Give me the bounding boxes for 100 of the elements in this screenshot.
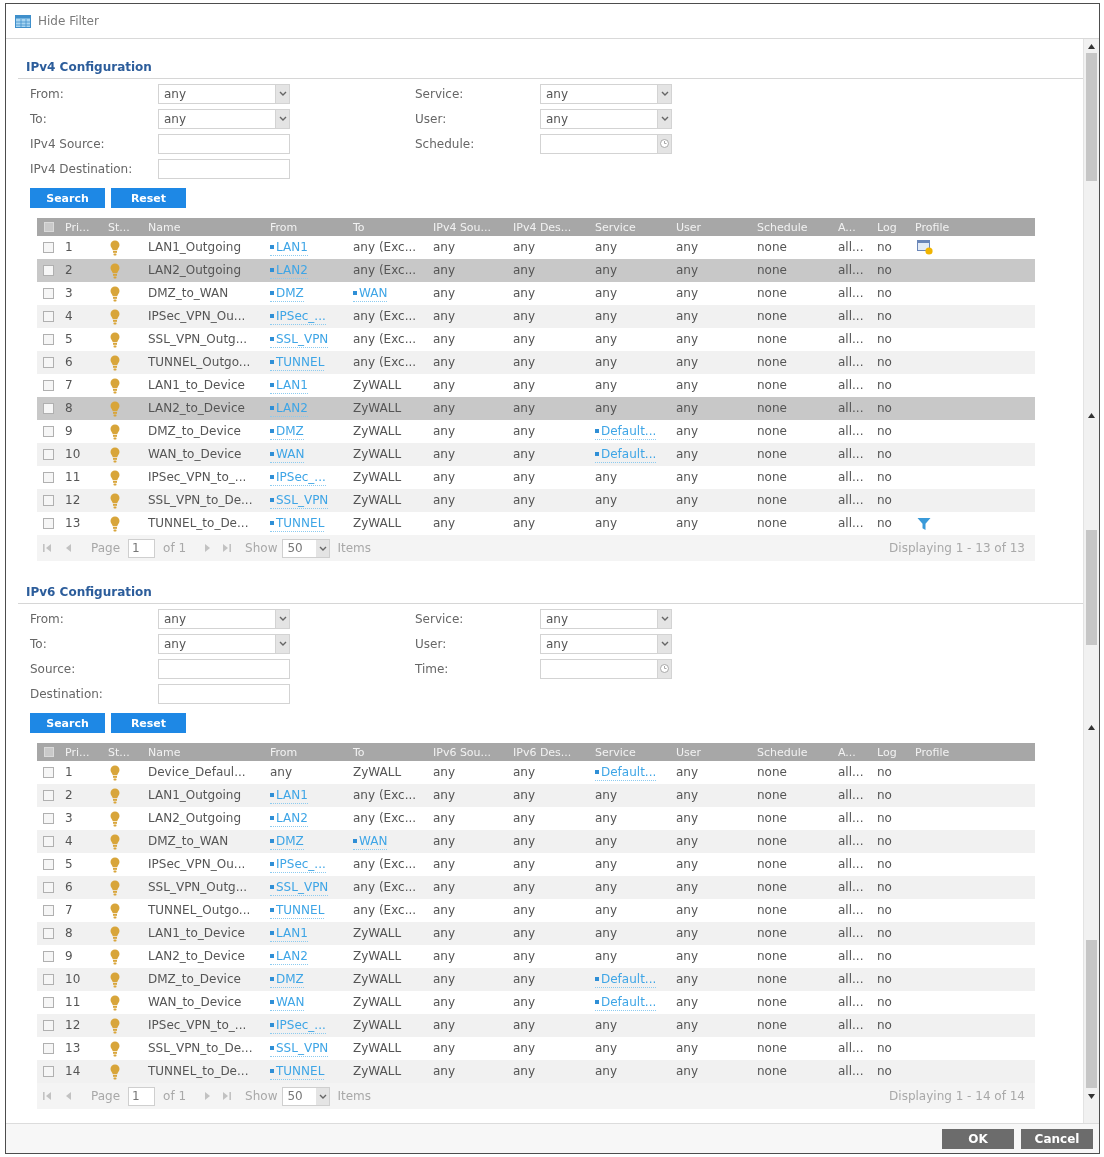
text-field[interactable] xyxy=(158,158,290,179)
dropdown-field[interactable]: any xyxy=(540,108,672,129)
clock-icon[interactable] xyxy=(660,664,669,673)
last-page-icon[interactable] xyxy=(221,1091,232,1101)
table-row[interactable]: 6 SSL_VPN_Outg... SSL_VPN any (Exc... any any any any none all... no xyxy=(37,876,1035,899)
checkbox[interactable] xyxy=(43,813,54,824)
column-header[interactable]: User xyxy=(671,220,752,234)
scroll-up-icon[interactable] xyxy=(1088,44,1095,49)
previous-page-icon[interactable] xyxy=(64,543,74,553)
checkbox[interactable] xyxy=(43,859,54,870)
dropdown-field[interactable]: any xyxy=(158,108,290,129)
object-link[interactable]: LAN1 xyxy=(270,925,308,942)
object-link[interactable]: LAN1 xyxy=(270,239,308,256)
funnel-icon[interactable] xyxy=(917,516,931,531)
checkbox[interactable] xyxy=(43,747,54,757)
checkbox[interactable] xyxy=(43,1020,54,1031)
reset-button[interactable]: Reset xyxy=(111,713,186,733)
object-link[interactable]: WAN xyxy=(353,833,388,850)
dropdown-field[interactable]: any xyxy=(158,633,290,654)
column-header[interactable]: St... xyxy=(103,745,143,759)
dropdown-field[interactable]: any xyxy=(540,608,672,629)
table-row[interactable]: 12 SSL_VPN_to_De... SSL_VPN ZyWALL any any any any none all... no xyxy=(37,489,1035,512)
checkbox[interactable] xyxy=(43,449,54,460)
checkbox[interactable] xyxy=(43,767,54,778)
checkbox[interactable] xyxy=(43,905,54,916)
search-button[interactable]: Search xyxy=(30,713,105,733)
column-header[interactable]: IPv6 Des... xyxy=(508,745,590,759)
checkbox[interactable] xyxy=(43,1066,54,1077)
column-header[interactable]: A... xyxy=(833,220,872,234)
column-header[interactable]: St... xyxy=(103,220,143,234)
scrollbar-thumb[interactable] xyxy=(1086,530,1097,645)
object-link[interactable]: IPSec_... xyxy=(270,856,326,873)
checkbox[interactable] xyxy=(43,222,54,232)
window-badge-icon[interactable] xyxy=(917,240,933,255)
checkbox[interactable] xyxy=(43,357,54,368)
object-link[interactable]: Default... xyxy=(595,994,657,1011)
object-link[interactable]: DMZ xyxy=(270,285,304,302)
scrollbar-thumb[interactable] xyxy=(1086,940,1097,1088)
column-header[interactable]: Pri... xyxy=(60,745,103,759)
checkbox[interactable] xyxy=(43,472,54,483)
object-link[interactable]: TUNNEL xyxy=(270,902,325,919)
object-link[interactable]: Default... xyxy=(595,764,657,781)
page-field[interactable]: 1 xyxy=(128,538,156,558)
checkbox[interactable] xyxy=(43,974,54,985)
column-header[interactable]: From xyxy=(265,220,348,234)
column-header[interactable]: Profile xyxy=(910,745,1035,759)
column-header[interactable]: IPv4 Des... xyxy=(508,220,590,234)
ok-button[interactable]: OK xyxy=(942,1128,1014,1149)
checkbox[interactable] xyxy=(43,426,54,437)
object-link[interactable]: TUNNEL xyxy=(270,515,325,532)
object-link[interactable]: Default... xyxy=(595,971,657,988)
object-link[interactable]: SSL_VPN xyxy=(270,331,329,348)
checkbox[interactable] xyxy=(43,403,54,414)
reset-button[interactable]: Reset xyxy=(111,188,186,208)
object-link[interactable]: TUNNEL xyxy=(270,1063,325,1080)
object-link[interactable]: SSL_VPN xyxy=(270,492,329,509)
checkbox[interactable] xyxy=(43,951,54,962)
column-header[interactable]: Pri... xyxy=(60,220,103,234)
object-link[interactable]: DMZ xyxy=(270,971,304,988)
checkbox[interactable] xyxy=(43,790,54,801)
column-header[interactable]: To xyxy=(348,745,428,759)
column-header[interactable]: Service xyxy=(590,220,671,234)
object-link[interactable]: IPSec_... xyxy=(270,469,326,486)
object-link[interactable]: LAN2 xyxy=(270,400,308,417)
first-page-icon[interactable] xyxy=(43,1091,53,1101)
checkbox[interactable] xyxy=(43,495,54,506)
column-header[interactable]: To xyxy=(348,220,428,234)
column-header[interactable]: Schedule xyxy=(752,220,833,234)
object-link[interactable]: WAN xyxy=(270,994,305,1011)
text-field[interactable] xyxy=(158,658,290,679)
text-field[interactable] xyxy=(158,683,290,704)
checkbox[interactable] xyxy=(43,518,54,529)
object-link[interactable]: LAN2 xyxy=(270,948,308,965)
checkbox[interactable] xyxy=(43,288,54,299)
page-size-select[interactable]: 50 xyxy=(282,538,331,558)
column-header[interactable]: Service xyxy=(590,745,671,759)
table-row[interactable]: 14 TUNNEL_to_De... TUNNEL ZyWALL any any any any none all... no xyxy=(37,1060,1035,1083)
column-header[interactable]: Schedule xyxy=(752,745,833,759)
scrollbar-thumb[interactable] xyxy=(1086,53,1097,181)
object-link[interactable]: SSL_VPN xyxy=(270,1040,329,1057)
object-link[interactable]: Default... xyxy=(595,423,657,440)
search-button[interactable]: Search xyxy=(30,188,105,208)
table-row[interactable]: 4 DMZ_to_WAN DMZ WAN any any any any none all... no xyxy=(37,830,1035,853)
scroll-up-icon[interactable] xyxy=(1088,725,1095,730)
column-header[interactable]: Name xyxy=(143,220,265,234)
object-link[interactable]: LAN1 xyxy=(270,377,308,394)
checkbox[interactable] xyxy=(43,311,54,322)
last-page-icon[interactable] xyxy=(221,543,232,553)
object-link[interactable]: LAN2 xyxy=(270,810,308,827)
checkbox[interactable] xyxy=(43,928,54,939)
first-page-icon[interactable] xyxy=(43,543,53,553)
scroll-down-icon[interactable] xyxy=(1088,1094,1095,1099)
page-size-select[interactable]: 50 xyxy=(282,1086,331,1106)
column-header[interactable]: IPv4 Sou... xyxy=(428,220,508,234)
scroll-up-icon[interactable] xyxy=(1088,413,1095,418)
table-row[interactable]: 4 IPSec_VPN_Ou... IPSec_... any (Exc... any any any any none all... no xyxy=(37,305,1035,328)
table-row[interactable]: 10 DMZ_to_Device DMZ ZyWALL any any Default... any none all... no xyxy=(37,968,1035,991)
table-row[interactable]: 8 LAN2_to_Device LAN2 ZyWALL any any any any none all... no xyxy=(37,397,1035,420)
checkbox[interactable] xyxy=(43,242,54,253)
object-link[interactable]: SSL_VPN xyxy=(270,879,329,896)
